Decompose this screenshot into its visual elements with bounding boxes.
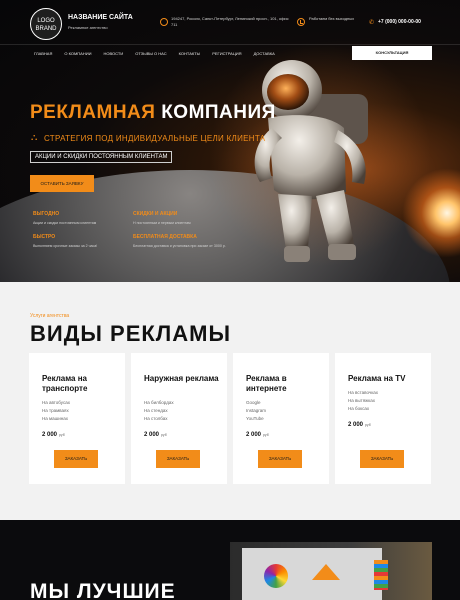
price-value: 2 000 (348, 422, 364, 428)
feature-text: Акции и скидки постоянным клиентам (33, 221, 97, 225)
feature-text: Выполняем срочные заказы за 2 часа! (33, 244, 98, 248)
order-card-button[interactable]: Заказать (156, 450, 200, 468)
designer-monitor-image (230, 542, 432, 600)
feature-text: Бесплатная доставка и установка при зака… (133, 244, 226, 248)
monitor-screen (242, 548, 388, 600)
service-card-transport: Реклама на транспорте На автобусах На тр… (29, 353, 125, 484)
site-subtitle: Рекламное агентство (68, 25, 108, 30)
feature-title: Бесплатная доставка (133, 234, 197, 240)
price-unit: руб (365, 423, 371, 427)
card-price: 2 000 руб (246, 432, 269, 438)
feature-title: Выгодно (33, 211, 60, 217)
order-card-button[interactable]: Заказать (360, 450, 404, 468)
nav-item-registration[interactable]: Регистрация (212, 51, 241, 56)
nav-item-about[interactable]: О компании (64, 51, 91, 56)
price-value: 2 000 (246, 432, 262, 438)
price-unit: руб (161, 433, 167, 437)
feature-item: Быстро Выполняем срочные заказы за 2 час… (33, 234, 128, 249)
logo-text: LOGO (37, 18, 55, 24)
services-section: Услуги агентства Виды рекламы Реклама на… (0, 282, 460, 520)
clock-icon (297, 18, 305, 26)
best-title: Мы лучшие (30, 580, 176, 600)
service-card-outdoor: Наружная реклама На билбордах На стендах… (131, 353, 227, 484)
site-title: НАЗВАНИЕ САЙТА (68, 14, 133, 21)
card-title: Реклама в интернете (246, 374, 287, 393)
feature-item: Выгодно Акции и скидки постоянным клиент… (33, 211, 128, 226)
card-item: На машинах (42, 416, 68, 421)
hero-section: LOGO BRAND НАЗВАНИЕ САЙТА Рекламное аген… (0, 0, 460, 282)
order-card-button[interactable]: Заказать (54, 450, 98, 468)
card-title: Наружная реклама (144, 374, 219, 383)
strategy-icon: ⛬ (31, 132, 38, 142)
hero-strategy: Стратегия под индивидуальные цели клиент… (44, 134, 266, 143)
hero-title: Рекламная компания (30, 102, 276, 124)
price-unit: руб (59, 433, 65, 437)
design-shape-icon (312, 564, 340, 580)
best-section: Мы лучшие (0, 520, 460, 600)
order-button[interactable]: Оставить заявку (30, 175, 94, 192)
feature-item: Бесплатная доставка Бесплатная доставка … (133, 234, 228, 249)
price-value: 2 000 (42, 432, 58, 438)
service-card-internet: Реклама в интернете Google Instagram You… (233, 353, 329, 484)
phone-icon: ✆ (369, 20, 375, 26)
card-price: 2 000 руб (144, 432, 167, 438)
brand-logo[interactable]: LOGO BRAND (30, 8, 62, 40)
feature-text: Н постоянным и первым клиентам (133, 221, 191, 225)
swatches-panel (374, 560, 388, 590)
logo-subtext: BRAND (35, 26, 57, 32)
consult-button[interactable]: Консультация (352, 46, 432, 60)
card-item: На столбах (144, 416, 168, 421)
card-title: Реклама на TV (348, 374, 406, 383)
services-title: Виды рекламы (30, 321, 231, 346)
card-item: На боксах (348, 406, 370, 411)
feature-item: Скидки и акции Н постоянным и первым кли… (133, 211, 228, 226)
hero-title-main: компания (161, 102, 276, 123)
color-wheel-icon (264, 564, 288, 588)
card-price: 2 000 руб (348, 422, 371, 428)
nav-item-reviews[interactable]: Отзывы о нас (135, 51, 166, 56)
nav-item-contacts[interactable]: Контакты (179, 51, 201, 56)
service-card-tv: Реклама на TV На вставочках На вытяжках … (335, 353, 431, 484)
services-kicker: Услуги агентства (30, 313, 70, 319)
astronaut-image (254, 60, 368, 262)
hero-title-accent: Рекламная (30, 102, 156, 123)
nav-item-news[interactable]: Новости (104, 51, 124, 56)
hero-promo-badge: Акции и скидки постоянным клиентам (30, 151, 173, 163)
card-item: YouTube (246, 416, 264, 421)
feature-title: Быстро (33, 234, 56, 240)
feature-title: Скидки и акции (133, 211, 178, 217)
price-unit: руб (263, 433, 269, 437)
card-price: 2 000 руб (42, 432, 65, 438)
main-nav: Главная О компании Новости Отзывы о нас … (34, 51, 275, 56)
nav-divider (0, 44, 460, 45)
card-title: Реклама на транспорте (42, 374, 88, 393)
address-text: 194247, Россия, Санкт-Петербург, Ленинск… (171, 16, 289, 27)
price-value: 2 000 (144, 432, 160, 438)
nav-item-delivery[interactable]: Доставка (254, 51, 275, 56)
working-hours: Работаем без выходных (309, 16, 355, 21)
location-icon (160, 18, 168, 26)
order-card-button[interactable]: Заказать (258, 450, 302, 468)
phone-link[interactable]: +7 (000) 000-00-00 (378, 19, 421, 25)
nav-item-home[interactable]: Главная (34, 51, 52, 56)
